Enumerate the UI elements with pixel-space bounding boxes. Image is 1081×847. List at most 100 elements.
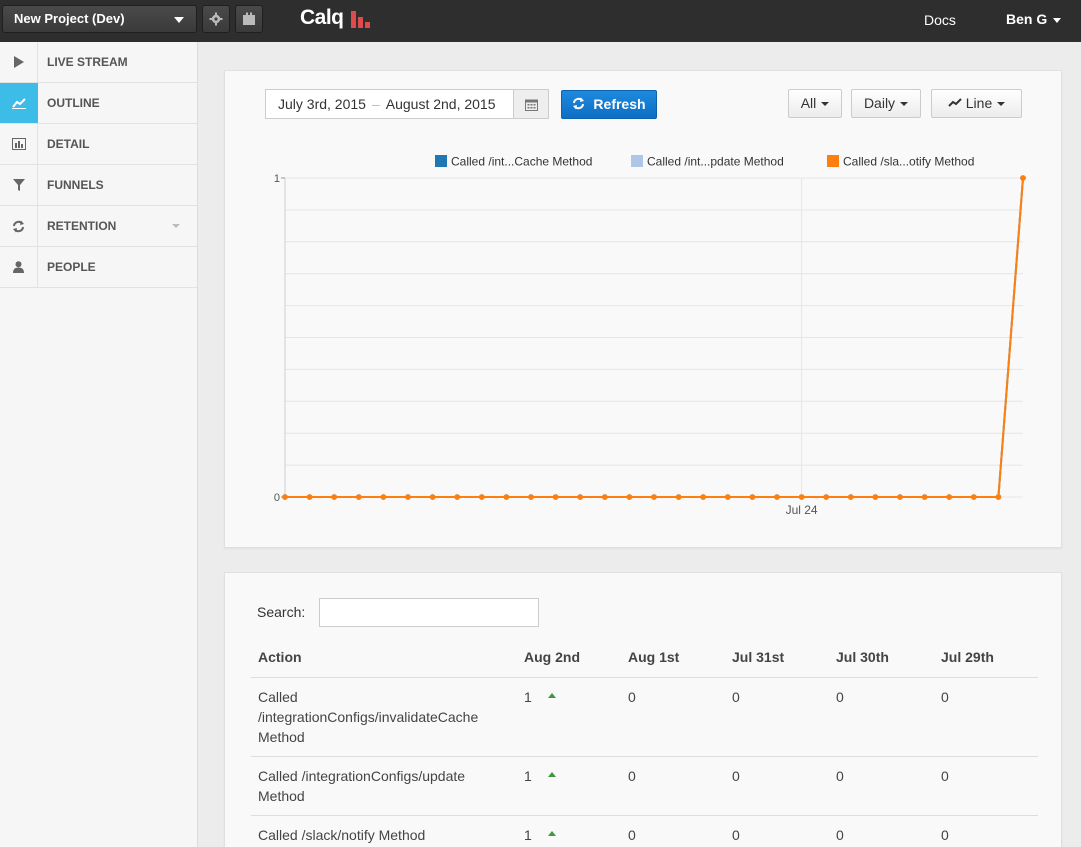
logo-bars-icon <box>351 11 373 28</box>
filter-dropdown[interactable]: All <box>788 89 842 118</box>
column-header-action[interactable]: Action <box>251 637 517 678</box>
user-name: Ben G <box>1006 11 1048 27</box>
docs-link[interactable]: Docs <box>924 12 956 28</box>
date-separator: – <box>371 96 380 112</box>
legend-label: Called /int...pdate Method <box>647 155 784 169</box>
legend-swatch <box>435 155 447 167</box>
user-menu[interactable]: Ben G <box>1006 11 1062 27</box>
present-button[interactable] <box>235 5 263 33</box>
refresh-icon <box>573 97 585 110</box>
date-start: July 3rd, 2015 <box>278 96 366 112</box>
value-cell: 0 <box>934 756 1038 816</box>
gear-icon <box>209 12 223 26</box>
sidebar-item-detail[interactable]: DETAIL <box>0 124 197 165</box>
chevron-down-icon <box>172 224 180 228</box>
project-select[interactable]: New Project (Dev) <box>2 5 197 33</box>
chevron-down-icon <box>997 102 1006 107</box>
value-cell: 0 <box>621 756 725 816</box>
series-point <box>921 494 928 500</box>
refresh-icon <box>0 206 38 246</box>
sidebar-item-retention[interactable]: RETENTION <box>0 206 197 247</box>
refresh-button[interactable]: Refresh <box>561 90 657 119</box>
table-header-row: Action Aug 2nd Aug 1st Jul 31st Jul 30th… <box>251 637 1038 678</box>
sidebar-item-funnels[interactable]: FUNNELS <box>0 165 197 206</box>
bar-chart-icon <box>0 124 38 164</box>
filter-label: All <box>800 95 817 111</box>
trend-up-icon <box>547 831 556 837</box>
trend-up-icon <box>547 772 556 778</box>
value-cell: 0 <box>934 677 1038 757</box>
series-point <box>454 494 460 500</box>
settings-button[interactable] <box>202 5 230 33</box>
legend-label: Called /int...Cache Method <box>451 155 592 169</box>
sidebar-item-label: RETENTION <box>47 219 117 233</box>
value-cell: 1 <box>517 815 621 847</box>
value-cell: 0 <box>829 677 934 757</box>
series-point <box>577 494 583 500</box>
column-header-date[interactable]: Aug 1st <box>621 637 725 678</box>
table-row[interactable]: Called /integrationConfigs/invalidateCac… <box>251 677 1038 757</box>
present-icon <box>243 12 255 25</box>
action-cell: Called /integrationConfigs/invalidateCac… <box>251 677 517 757</box>
series-point <box>675 494 682 500</box>
action-cell: Called /integrationConfigs/update Method <box>251 756 517 816</box>
table-row[interactable]: Called /slack/notify Method 1 0 0 0 0 <box>251 815 1038 847</box>
chevron-down-icon <box>900 102 909 107</box>
table-row[interactable]: Called /integrationConfigs/update Method… <box>251 756 1038 816</box>
column-header-date[interactable]: Jul 30th <box>829 637 934 678</box>
line-chart-icon <box>948 98 962 107</box>
sidebar-item-label: LIVE STREAM <box>47 55 128 69</box>
calendar-icon <box>524 99 538 111</box>
series-point <box>331 494 337 500</box>
value-cell: 0 <box>829 815 934 847</box>
series-point <box>995 494 1002 500</box>
series-point <box>798 494 805 500</box>
x-tick-label: Jul 24 <box>786 503 818 517</box>
series-point <box>651 494 657 500</box>
calendar-button[interactable] <box>513 89 549 119</box>
search-input[interactable] <box>319 598 539 627</box>
column-header-date[interactable]: Jul 31st <box>725 637 829 678</box>
column-header-date[interactable]: Jul 29th <box>934 637 1038 678</box>
sidebar-item-outline[interactable]: OUTLINE <box>0 83 197 124</box>
series-point <box>823 494 829 500</box>
value-cell: 0 <box>934 815 1038 847</box>
value: 1 <box>524 688 532 705</box>
line-chart: Called /int...Cache Method Called /int...… <box>274 155 1026 517</box>
sidebar-item-label: OUTLINE <box>47 96 100 110</box>
value: 1 <box>524 767 532 784</box>
series-point <box>503 494 510 500</box>
column-header-date[interactable]: Aug 2nd <box>517 637 621 678</box>
series-point <box>897 494 903 500</box>
series-point <box>971 494 977 500</box>
date-range-picker[interactable]: July 3rd, 2015– August 2nd, 2015 <box>265 89 514 119</box>
date-end: August 2nd, 2015 <box>385 96 496 112</box>
sidebar-item-live-stream[interactable]: LIVE STREAM <box>0 42 197 83</box>
y-tick-label: 1 <box>274 173 280 185</box>
sidebar-item-people[interactable]: PEOPLE <box>0 247 197 288</box>
top-bar: New Project (Dev) Calq Docs Ben G <box>0 0 1081 42</box>
play-icon <box>0 42 38 82</box>
series-point <box>282 494 288 500</box>
chevron-down-icon <box>174 17 184 23</box>
user-icon <box>0 247 38 287</box>
series-point <box>380 494 387 500</box>
search-label: Search: <box>257 604 306 620</box>
interval-dropdown[interactable]: Daily <box>851 89 921 118</box>
refresh-label: Refresh <box>593 96 646 112</box>
chart-type-label: Line <box>965 95 993 111</box>
chart-legend: Called /int...Cache Method Called /int...… <box>435 155 974 169</box>
series-point <box>306 494 313 500</box>
series-point <box>528 494 534 500</box>
chart-panel: July 3rd, 2015– August 2nd, 2015 Refresh … <box>224 70 1062 548</box>
project-select-label: New Project (Dev) <box>14 11 125 26</box>
series-point <box>1020 175 1026 181</box>
value-cell: 0 <box>621 677 725 757</box>
app-logo: Calq <box>300 6 344 29</box>
value-cell: 1 <box>517 677 621 757</box>
trend-up-icon <box>547 693 556 699</box>
value-cell: 0 <box>621 815 725 847</box>
chart-type-dropdown[interactable]: Line <box>931 89 1022 118</box>
value: 1 <box>524 826 532 843</box>
series-point <box>725 494 731 500</box>
